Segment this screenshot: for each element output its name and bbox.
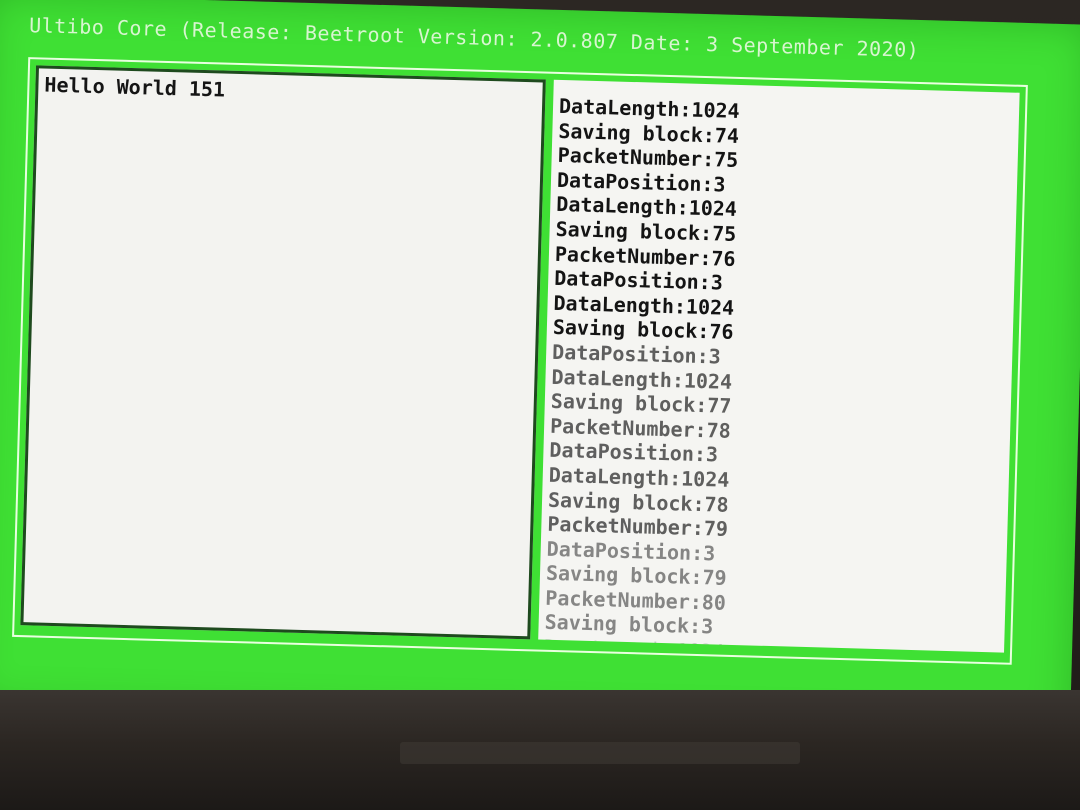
photo-scene: Ultibo Core (Release: Beetroot Version: …: [0, 0, 1080, 810]
log-list: DataLength:1024 Saving block:74 PacketNu…: [544, 94, 740, 653]
left-console-window[interactable]: Hello World 151: [20, 65, 546, 640]
monitor-screen: Ultibo Core (Release: Beetroot Version: …: [0, 0, 1080, 737]
bezel-logo-strip: [400, 742, 800, 764]
left-console-text: Hello World 151: [44, 72, 226, 102]
right-console-window[interactable]: DataLength:1024 Saving block:74 PacketNu…: [538, 79, 1020, 653]
window-title: Ultibo Core (Release: Beetroot Version: …: [28, 13, 920, 62]
